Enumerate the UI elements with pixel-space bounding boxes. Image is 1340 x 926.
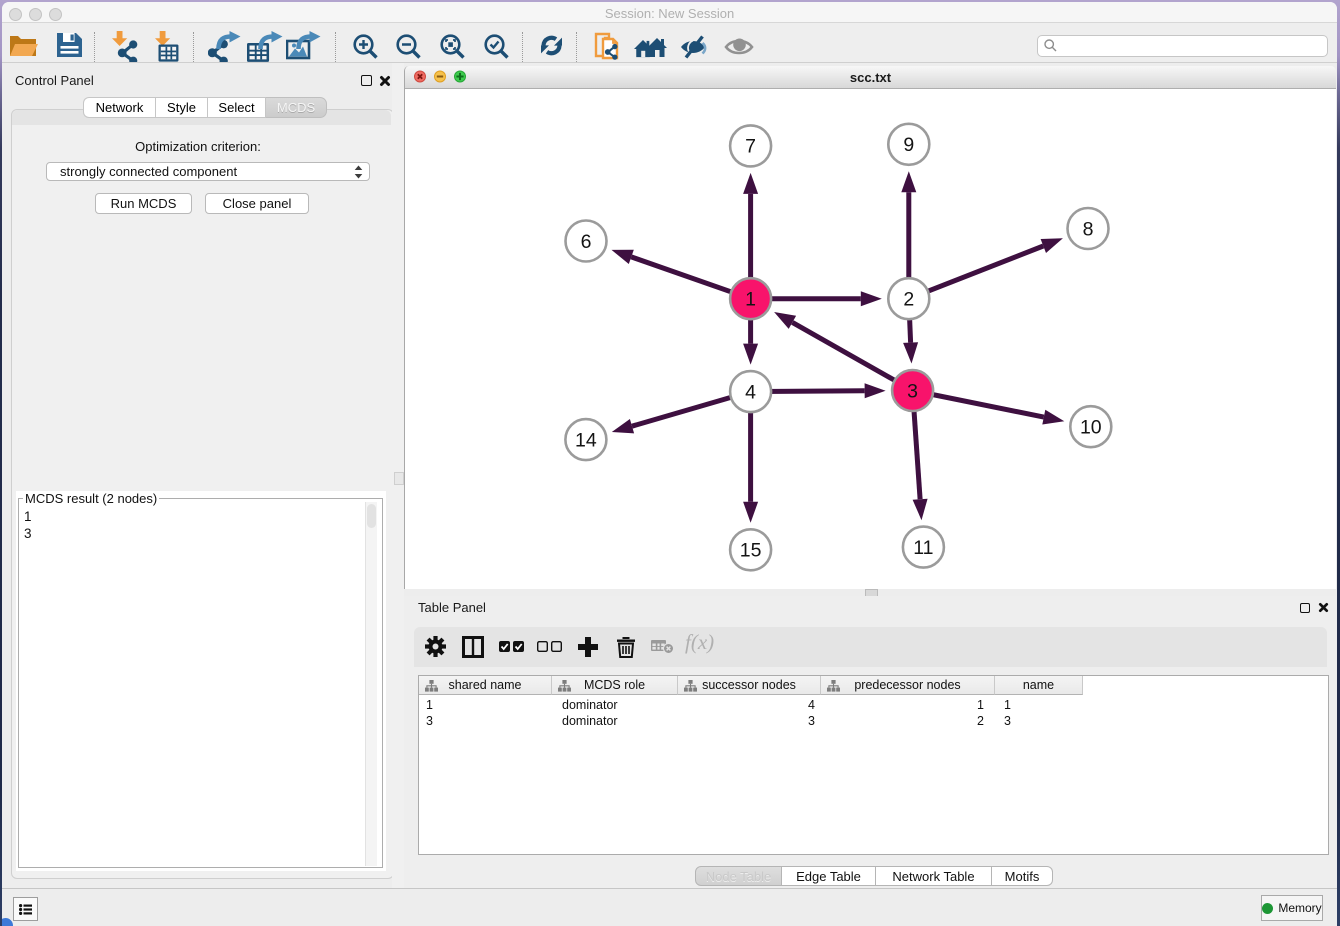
svg-text:1: 1 [745,289,756,311]
svg-text:2: 2 [903,289,914,311]
svg-text:3: 3 [907,380,918,402]
svg-text:14: 14 [575,429,597,451]
svg-text:7: 7 [745,136,756,158]
svg-text:8: 8 [1083,218,1094,240]
svg-text:9: 9 [903,134,914,156]
svg-text:11: 11 [913,537,933,559]
svg-text:4: 4 [745,381,756,403]
svg-text:6: 6 [581,231,592,253]
svg-text:15: 15 [740,540,762,562]
svg-text:10: 10 [1080,417,1102,439]
